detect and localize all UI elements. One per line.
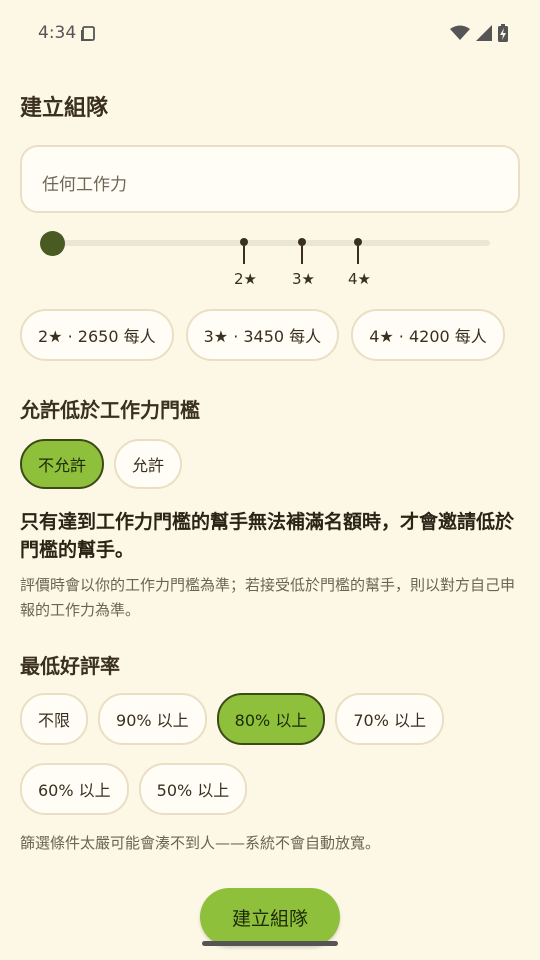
signal-icon [476, 25, 492, 45]
status-time: 4:34 [38, 23, 77, 43]
rating-option-60[interactable]: 60% 以上 [20, 763, 129, 815]
rating-option-70[interactable]: 70% 以上 [335, 693, 444, 745]
battery-charging-icon [498, 24, 508, 46]
slider-tick-label: 2★ [234, 270, 257, 288]
price-chip-3-star[interactable]: 3★ · 3450 每人 [185, 309, 340, 361]
option-allow[interactable]: 允許 [114, 439, 183, 489]
slider-track[interactable] [40, 240, 490, 246]
slider-tick-4: 4★ [348, 238, 371, 288]
slider-tick-label: 3★ [292, 270, 315, 288]
create-team-button[interactable]: 建立組隊 [200, 888, 340, 946]
below-threshold-explanation: 只有達到工作力門檻的幫手無法補滿名額時，才會邀請低於門檻的幫手。 [20, 511, 515, 561]
page-title: 建立組隊 [20, 96, 109, 121]
rating-option-any[interactable]: 不限 [20, 693, 89, 745]
price-chip-4-star[interactable]: 4★ · 4200 每人 [351, 309, 505, 361]
workforce-input[interactable]: 任何工作力 [20, 145, 520, 213]
below-threshold-options: 不允許 允許 [20, 439, 183, 489]
home-indicator[interactable] [202, 941, 338, 946]
min-rating-title: 最低好評率 [20, 654, 120, 678]
clipboard-icon [80, 26, 96, 46]
price-chips: 2★ · 2650 每人 3★ · 3450 每人 4★ · 4200 每人 [20, 309, 505, 361]
option-disallow[interactable]: 不允許 [20, 439, 105, 489]
workforce-input-placeholder: 任何工作力 [42, 175, 127, 195]
workforce-slider[interactable]: 2★ 3★ 4★ [40, 228, 492, 298]
slider-tick-3: 3★ [292, 238, 315, 288]
below-threshold-title: 允許低於工作力門檻 [20, 398, 200, 422]
rating-option-90[interactable]: 90% 以上 [98, 693, 207, 745]
status-bar: 4:34 [0, 0, 540, 68]
slider-thumb[interactable] [40, 231, 65, 256]
wifi-icon [450, 25, 470, 45]
slider-tick-label: 4★ [348, 270, 371, 288]
slider-tick-2: 2★ [234, 238, 257, 288]
price-chip-2-star[interactable]: 2★ · 2650 每人 [20, 309, 174, 361]
rating-option-50[interactable]: 50% 以上 [138, 763, 248, 815]
min-rating-footnote: 篩選條件太嚴可能會湊不到人——系統不會自動放寬。 [20, 834, 381, 852]
rating-option-80[interactable]: 80% 以上 [216, 693, 326, 745]
below-threshold-hint: 評價時會以你的工作力門檻為準；若接受低於門檻的幫手，則以對方自己申報的工作力為準… [20, 576, 516, 619]
min-rating-options: 不限 90% 以上 80% 以上 70% 以上 60% 以上 50% 以上 [20, 693, 530, 815]
